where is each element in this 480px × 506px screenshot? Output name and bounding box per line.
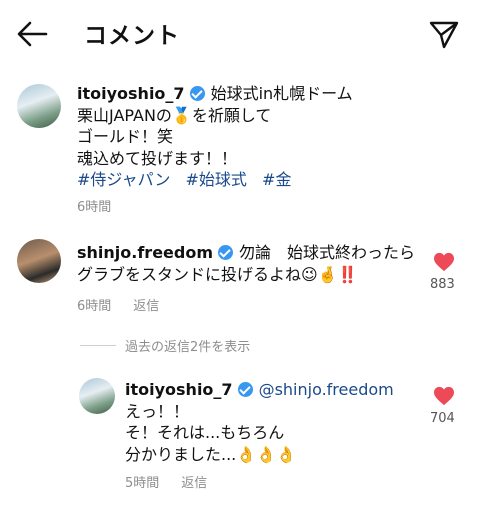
like-heart-icon[interactable] [433,386,455,406]
mention-link[interactable]: @shinjo.freedom [259,380,394,399]
caption-timestamp: 6時間 [77,200,112,215]
comment-timestamp: 6時間 [77,299,112,314]
verified-badge-icon [237,382,253,397]
hashtag-link[interactable]: #侍ジャパン [77,170,170,189]
caption-line: 魂込めて投げます！！ [77,148,238,168]
view-replies-button[interactable]: 過去の返信2件を表示 [125,336,250,355]
comment-meta: 6時間 返信 [77,295,181,314]
caption-username[interactable]: itoiyoshio_7 [77,84,185,103]
reply-username[interactable]: itoiyoshio_7 [125,380,233,399]
caption-line: 始球式in札幌ドーム [210,84,353,103]
reply-line: 分かりました...👌👌👌 [125,444,297,464]
like-count: 883 [430,277,455,292]
reply-line: えっ！！ [125,401,190,421]
caption-line: ゴールド！笑 [77,127,174,146]
comment: shinjo.freedom 勿論 始球式終わったら グラブをスタンドに投げるよね… [77,242,427,285]
send-icon[interactable] [428,18,460,50]
comment-username[interactable]: shinjo.freedom [77,243,213,262]
verified-badge-icon [189,86,205,101]
divider [80,345,116,346]
back-arrow-icon[interactable] [16,20,48,48]
avatar[interactable] [17,84,61,128]
verified-badge-icon [218,245,234,260]
caption-line: 栗山JAPANの🥇を祈願して [77,105,272,125]
caption: itoiyoshio_7 始球式in札幌ドーム 栗山JAPANの🥇を祈願して ゴー… [77,83,457,191]
reply-line: そ！それは...もちろん [125,423,285,442]
hashtag-link[interactable]: #金 [262,170,291,189]
avatar[interactable] [79,378,115,414]
page-title: コメント [84,23,180,49]
reply-button[interactable]: 返信 [133,299,159,314]
like-count: 704 [430,411,455,426]
comment-line: グラブをスタンドに投げるよね😉🤞‼️ [77,264,358,284]
like-heart-icon[interactable] [433,252,455,272]
reply-button[interactable]: 返信 [181,476,207,491]
hashtag-link[interactable]: #始球式 [186,170,247,189]
reply: itoiyoshio_7 @shinjo.freedom えっ！！ そ！それは..… [125,379,425,465]
comment-line: 勿論 始球式終わったら [239,243,416,262]
reply-timestamp: 5時間 [125,476,160,491]
avatar[interactable] [17,239,61,283]
reply-meta: 5時間 返信 [125,472,229,491]
